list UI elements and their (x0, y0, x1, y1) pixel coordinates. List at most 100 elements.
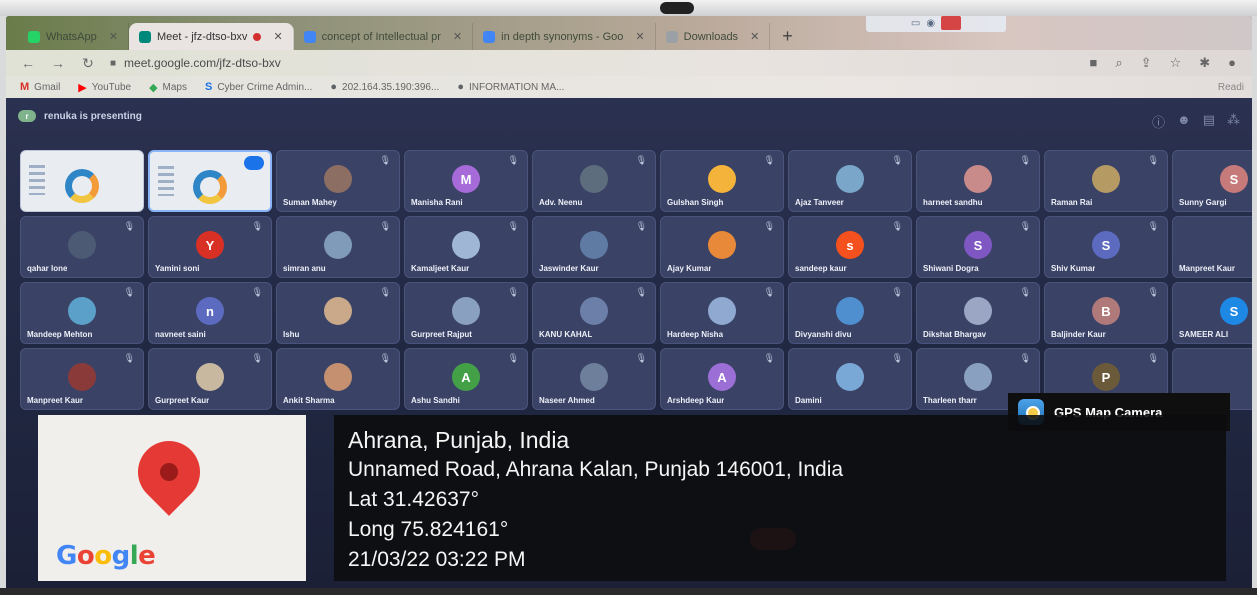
participant-name: Hardeep Nisha (667, 330, 724, 339)
participant-tile[interactable]: 🎙 Mandeep Mehton (20, 282, 144, 344)
extensions-icon[interactable]: ✱ (1199, 55, 1210, 71)
mic-muted-icon: 🎙 (635, 353, 647, 363)
participant-name: SAMEER ALI (1179, 330, 1229, 339)
participant-name: Gurpreet Rajput (411, 330, 472, 339)
screen-share-bar[interactable]: ▭ ◉ (866, 16, 1006, 32)
url-field[interactable]: ■ meet.google.com/jfz-dtso-bxv (110, 56, 281, 70)
mic-muted-icon: 🎙 (891, 155, 903, 165)
back-arrow-icon[interactable]: ← (20, 55, 36, 71)
mic-muted-icon: 🎙 (123, 353, 135, 363)
participant-tile[interactable]: 🎙SSAMEER ALI (1172, 282, 1252, 344)
activities-icon[interactable]: ⁂ (1227, 112, 1240, 131)
close-tab-icon[interactable]: ✕ (750, 30, 759, 43)
bookmark-item[interactable]: ▶ YouTube (78, 81, 131, 94)
bookmark-item[interactable]: ◆ Maps (149, 81, 187, 94)
browser-tab[interactable]: in depth synonyms - Goo ✕ (473, 23, 656, 50)
tab-favicon-icon (138, 30, 151, 43)
people-icon[interactable]: ☻ (1177, 112, 1191, 131)
participant-name: Raman Rai (1051, 198, 1093, 207)
camera-icon[interactable]: ■ (1090, 55, 1098, 71)
share-page-icon[interactable]: ⇪ (1141, 55, 1152, 71)
slide-text-lines (158, 166, 174, 196)
participant-tile[interactable]: 🎙 Ankit Sharma (276, 348, 400, 410)
participant-tile[interactable]: 🎙 M Manisha Rani (404, 150, 528, 212)
participant-name: navneet saini (155, 330, 206, 339)
browser-tab[interactable]: Meet - jfz-dtso-bxv ✕ (128, 23, 294, 50)
participant-tile[interactable]: 🎙 A Ashu Sandhi (404, 348, 528, 410)
presentation-tile[interactable] (20, 150, 144, 212)
mic-muted-icon: 🎙 (1019, 221, 1031, 231)
participant-avatar (708, 165, 736, 193)
participant-tile[interactable]: 🎙 Adv. Neenu (532, 150, 656, 212)
participant-tile[interactable]: 🎙 Naseer Ahmed (532, 348, 656, 410)
s-icon: S (204, 81, 213, 93)
profile-avatar[interactable]: ● (1228, 55, 1236, 71)
participant-tile[interactable]: 🎙 Hardeep Nisha (660, 282, 784, 344)
new-tab-button[interactable]: + (770, 23, 805, 50)
info-icon[interactable]: ⓘ (1152, 112, 1165, 131)
lock-icon: ■ (110, 57, 117, 69)
participant-tile[interactable]: 🎙 Gulshan Singh (660, 150, 784, 212)
stop-share-button[interactable] (941, 16, 962, 30)
presenting-banner: r renuka is presenting (18, 110, 142, 122)
participant-tile[interactable]: 🎙Manpreet Kaur (1172, 216, 1252, 278)
meet-side-tools: ⓘ ☻ ▤ ⁂ (1152, 112, 1240, 131)
presenting-text: renuka is presenting (44, 110, 142, 122)
participant-tile[interactable]: 🎙 Divyanshi divu (788, 282, 912, 344)
tab-favicon-icon (303, 30, 316, 43)
mic-muted-icon: 🎙 (251, 287, 263, 297)
mic-muted-icon: 🎙 (635, 221, 647, 231)
participant-tile[interactable]: 🎙 Kamaljeet Kaur (404, 216, 528, 278)
presentation-tile[interactable] (148, 150, 272, 212)
chat-icon[interactable]: ▤ (1203, 112, 1215, 131)
participant-avatar (324, 165, 352, 193)
participant-avatar (964, 297, 992, 325)
reading-list-button[interactable]: Readi (1218, 82, 1252, 93)
participant-tile[interactable]: 🎙 S Shiv Kumar (1044, 216, 1168, 278)
participant-tile[interactable]: 🎙 KANU KAHAL (532, 282, 656, 344)
participant-tile[interactable]: 🎙 Y Yamini soni (148, 216, 272, 278)
participant-tile[interactable]: 🎙 s sandeep kaur (788, 216, 912, 278)
participant-tile[interactable]: 🎙 qahar lone (20, 216, 144, 278)
bookmark-item[interactable]: M Gmail (20, 81, 60, 93)
participant-tile[interactable]: 🎙 Ishu (276, 282, 400, 344)
reload-icon[interactable]: ↻ (80, 55, 96, 72)
bookmark-item[interactable]: S Cyber Crime Admin... (205, 81, 312, 93)
laptop-bezel (0, 0, 1257, 16)
bookmark-label: Cyber Crime Admin... (217, 81, 313, 93)
participant-tile[interactable]: 🎙 simran anu (276, 216, 400, 278)
close-tab-icon[interactable]: ✕ (109, 30, 118, 43)
forward-arrow-icon[interactable]: → (50, 55, 66, 71)
close-tab-icon[interactable]: ✕ (453, 30, 462, 43)
mic-muted-icon: 🎙 (123, 221, 135, 231)
bookmark-item[interactable]: ● INFORMATION MA... (457, 81, 564, 93)
zoom-icon[interactable]: ⌕ (1115, 55, 1122, 71)
participant-tile[interactable]: 🎙 Ajaz Tanveer (788, 150, 912, 212)
participant-tile[interactable]: 🎙 B Baljinder Kaur (1044, 282, 1168, 344)
browser-tab[interactable]: concept of Intellectual pr ✕ (294, 23, 474, 50)
bookmark-item[interactable]: ● 202.164.35.190:396... (330, 81, 439, 93)
participant-tile[interactable]: 🎙 Raman Rai (1044, 150, 1168, 212)
participant-tile[interactable]: 🎙 Jaswinder Kaur (532, 216, 656, 278)
participant-tile[interactable]: 🎙 A Arshdeep Kaur (660, 348, 784, 410)
browser-tab[interactable]: WhatsApp ✕ (18, 23, 129, 50)
tab-favicon-icon (28, 30, 40, 43)
participant-tile[interactable]: 🎙 harneet sandhu (916, 150, 1040, 212)
participant-tile[interactable]: 🎙 Suman Mahey (276, 150, 400, 212)
participant-tile[interactable]: 🎙Manpreet Kaur (20, 348, 144, 410)
participant-name: Ishu (283, 330, 300, 339)
participant-tile[interactable]: 🎙SSunny Gargi (1172, 150, 1252, 212)
participant-tile[interactable]: 🎙 Ajay Kumar (660, 216, 784, 278)
close-tab-icon[interactable]: ✕ (635, 30, 644, 43)
participant-tile[interactable]: 🎙 Damini (788, 348, 912, 410)
participant-tile[interactable]: 🎙 n navneet saini (148, 282, 272, 344)
close-tab-icon[interactable]: ✕ (273, 30, 282, 43)
slide-donut-chart (193, 170, 227, 204)
participant-avatar (1092, 165, 1120, 193)
participant-tile[interactable]: 🎙 S Shiwani Dogra (916, 216, 1040, 278)
participant-tile[interactable]: 🎙 Gurpreet Rajput (404, 282, 528, 344)
browser-tab[interactable]: Downloads ✕ (656, 23, 771, 50)
participant-tile[interactable]: 🎙 Dikshat Bhargav (916, 282, 1040, 344)
star-icon[interactable]: ☆ (1170, 55, 1182, 71)
participant-tile[interactable]: 🎙 Gurpreet Kaur (148, 348, 272, 410)
